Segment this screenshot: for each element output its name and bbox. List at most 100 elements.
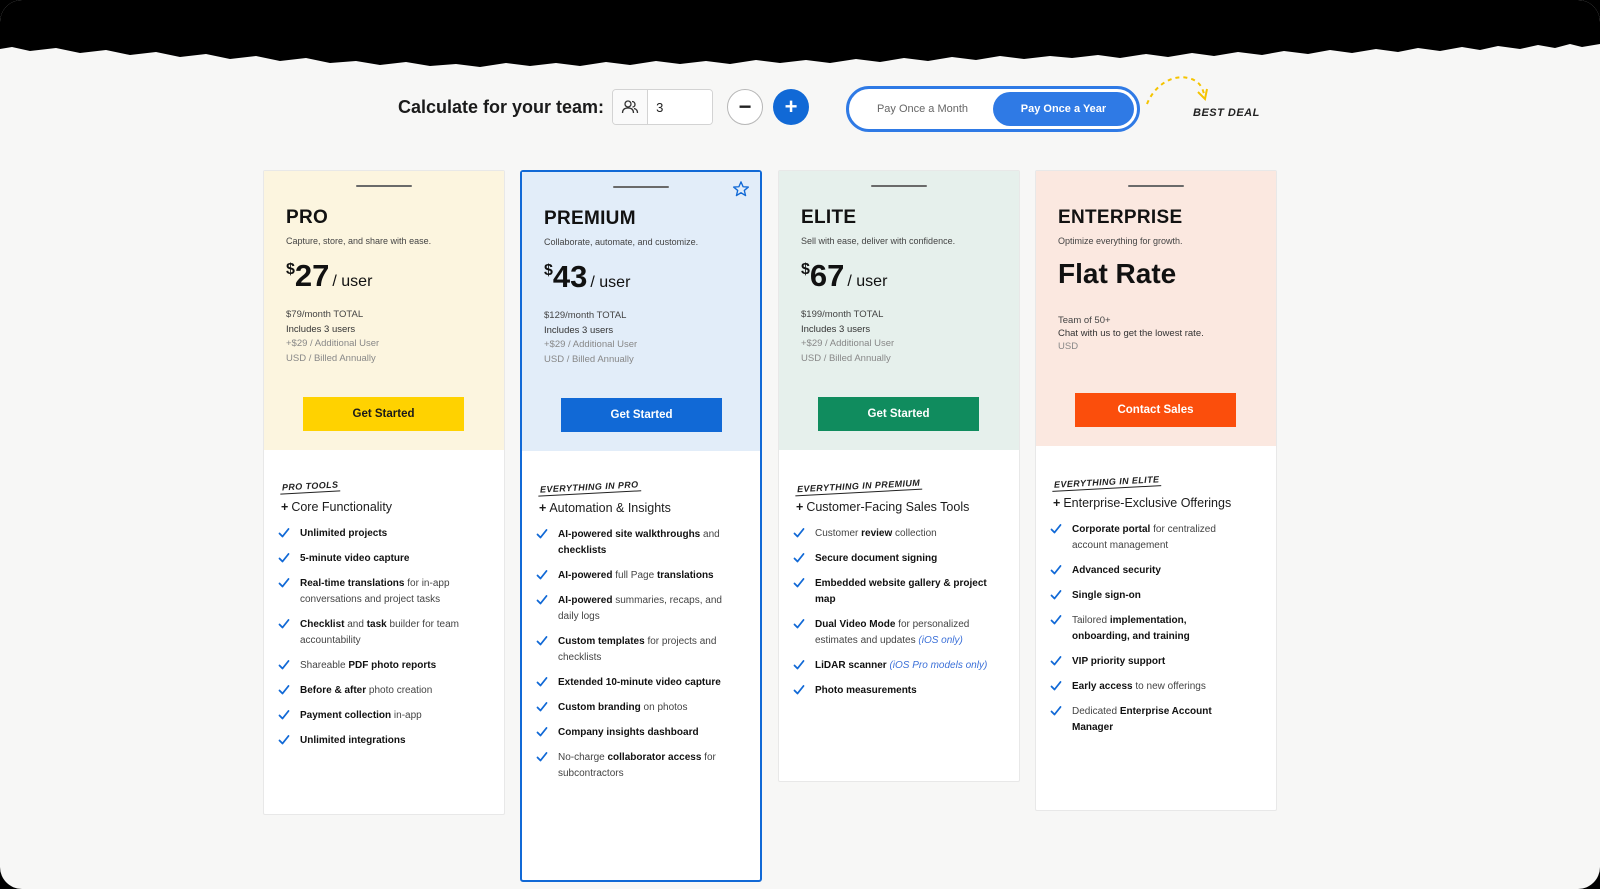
feature-item: Secure document signing: [793, 551, 1019, 567]
feature-item: Checklist and task builder for team acco…: [278, 617, 504, 649]
feature-section-title: + Automation & Insights: [539, 501, 671, 515]
feature-item: Photo measurements: [793, 683, 1019, 699]
feature-text: 5-minute video capture: [300, 553, 410, 564]
feature-item: 5-minute video capture: [278, 551, 504, 567]
feature-list: Customer review collection Secure documen…: [793, 526, 1019, 699]
feature-text: Dedicated Enterprise Account Manager: [1072, 706, 1212, 733]
feature-text: Photo measurements: [815, 685, 917, 696]
card-notch: [613, 186, 669, 188]
minus-icon: −: [738, 94, 752, 119]
additional-user-price: +$29 / Additional User: [286, 338, 380, 349]
feature-item: Unlimited integrations: [278, 733, 504, 749]
tools-label: EVERYTHING IN ELITE: [1051, 474, 1162, 492]
check-icon: [278, 619, 290, 629]
feature-item: Real-time translations for in-app conver…: [278, 576, 504, 608]
feature-text: Corporate portal for centralized account…: [1072, 524, 1216, 551]
check-icon: [793, 685, 805, 695]
check-icon: [793, 578, 805, 588]
plan-price: $ 27 / user: [286, 258, 504, 294]
check-icon: [278, 685, 290, 695]
feature-item: Payment collection in-app: [278, 708, 504, 724]
feature-section-title: + Core Functionality: [281, 500, 393, 514]
check-icon: [536, 529, 548, 539]
check-icon: [793, 528, 805, 538]
flat-rate-label: Flat Rate: [1058, 258, 1177, 289]
feature-item: Dual Video Mode for personalized estimat…: [793, 617, 1019, 649]
feature-text: VIP priority support: [1072, 656, 1166, 667]
users-icon: [613, 90, 649, 124]
plan-card-premium: PREMIUM Collaborate, automate, and custo…: [520, 170, 762, 882]
feature-text: Secure document signing: [815, 553, 938, 564]
monthly-total: $79/month TOTAL: [286, 309, 364, 320]
check-icon: [278, 660, 290, 670]
plan-tagline: Collaborate, automate, and customize.: [544, 237, 699, 247]
monthly-total: $129/month TOTAL: [544, 310, 627, 321]
included-users: Includes 3 users: [286, 323, 356, 335]
plan-details: $199/month TOTAL Includes 3 users +$29 /…: [801, 308, 1019, 366]
plan-header: ENTERPRISE Optimize everything for growt…: [1036, 171, 1276, 446]
feature-item: Extended 10-minute video capture: [536, 675, 760, 691]
included-users: Includes 3 users: [801, 323, 871, 335]
feature-text: Shareable PDF photo reports: [300, 660, 437, 671]
team-size-field[interactable]: [612, 89, 714, 125]
plan-header: PRO Capture, store, and share with ease.…: [264, 171, 504, 450]
calculator-label: Calculate for your team:: [398, 96, 605, 117]
feature-text: Before & after photo creation: [300, 685, 433, 696]
currency-symbol: $: [286, 261, 295, 278]
feature-item: Dedicated Enterprise Account Manager: [1050, 704, 1276, 736]
best-deal-label: BEST DEAL: [1193, 107, 1260, 119]
billing-note: USD / Billed Annually: [801, 352, 891, 364]
price-amount: 27: [294, 258, 330, 293]
plan-card-enterprise: ENTERPRISE Optimize everything for growt…: [1035, 170, 1277, 811]
check-icon: [1050, 615, 1062, 625]
feature-text: Unlimited integrations: [300, 735, 406, 746]
feature-item: Custom templates for projects and checkl…: [536, 634, 760, 666]
plan-name: ELITE: [801, 207, 857, 228]
feature-item: AI-powered site walkthroughs and checkli…: [536, 527, 760, 559]
best-deal-arrow-icon: [1146, 76, 1208, 105]
feature-item: Advanced security: [1050, 563, 1276, 579]
decrease-team-button[interactable]: −: [727, 89, 764, 125]
check-icon: [793, 660, 805, 670]
increase-team-button[interactable]: +: [773, 89, 810, 125]
feature-item: VIP priority support: [1050, 654, 1276, 670]
card-notch: [356, 185, 412, 187]
pay-yearly-option[interactable]: Pay Once a Year: [993, 92, 1134, 126]
contact-sales-button[interactable]: Contact Sales: [1075, 393, 1236, 427]
get-started-button[interactable]: Get Started: [818, 397, 979, 431]
plan-name: PRO: [286, 207, 329, 228]
check-icon: [1050, 524, 1062, 534]
feature-text: Tailored implementation, onboarding, and…: [1072, 615, 1190, 642]
feature-section-title: + Enterprise-Exclusive Offerings: [1053, 496, 1232, 510]
currency-symbol: $: [801, 261, 810, 278]
feature-text: Unlimited projects: [300, 528, 388, 539]
plan-header: PREMIUM Collaborate, automate, and custo…: [522, 172, 760, 451]
feature-text: LiDAR scanner (iOS Pro models only): [815, 660, 988, 671]
additional-user-price: +$29 / Additional User: [801, 338, 895, 349]
monthly-total: $199/month TOTAL: [801, 309, 884, 320]
pay-monthly-option[interactable]: Pay Once a Month: [852, 92, 993, 126]
torn-paper-header: [0, 0, 1600, 67]
feature-text: Custom templates for projects and checkl…: [558, 636, 717, 663]
price-amount: 67: [809, 258, 845, 293]
feature-list: Unlimited projects 5-minute video capture…: [278, 526, 504, 749]
feature-text: Real-time translations for in-app conver…: [300, 578, 450, 605]
feature-item: Unlimited projects: [278, 526, 504, 542]
team-size-note: Team of 50+: [1058, 315, 1111, 326]
feature-item: Tailored implementation, onboarding, and…: [1050, 613, 1276, 645]
billing-toggle: Pay Once a Month Pay Once a Year: [846, 86, 1140, 132]
feature-text: Embedded website gallery & project map: [815, 578, 987, 605]
plan-details: Team of 50+ Chat with us to get the lowe…: [1058, 314, 1276, 353]
check-icon: [536, 595, 548, 605]
plan-card-pro: PRO Capture, store, and share with ease.…: [263, 170, 505, 815]
feature-item: No-charge collaborator access for subcon…: [536, 750, 760, 782]
feature-item: AI-powered summaries, recaps, and daily …: [536, 593, 760, 625]
get-started-button[interactable]: Get Started: [561, 398, 722, 432]
feature-text: Single sign-on: [1072, 590, 1141, 601]
get-started-button[interactable]: Get Started: [303, 397, 464, 431]
currency-symbol: $: [544, 262, 553, 279]
feature-list: AI-powered site walkthroughs and checkli…: [536, 527, 760, 782]
feature-text: Advanced security: [1072, 565, 1161, 576]
check-icon: [1050, 706, 1062, 716]
team-size-input[interactable]: [648, 90, 713, 124]
